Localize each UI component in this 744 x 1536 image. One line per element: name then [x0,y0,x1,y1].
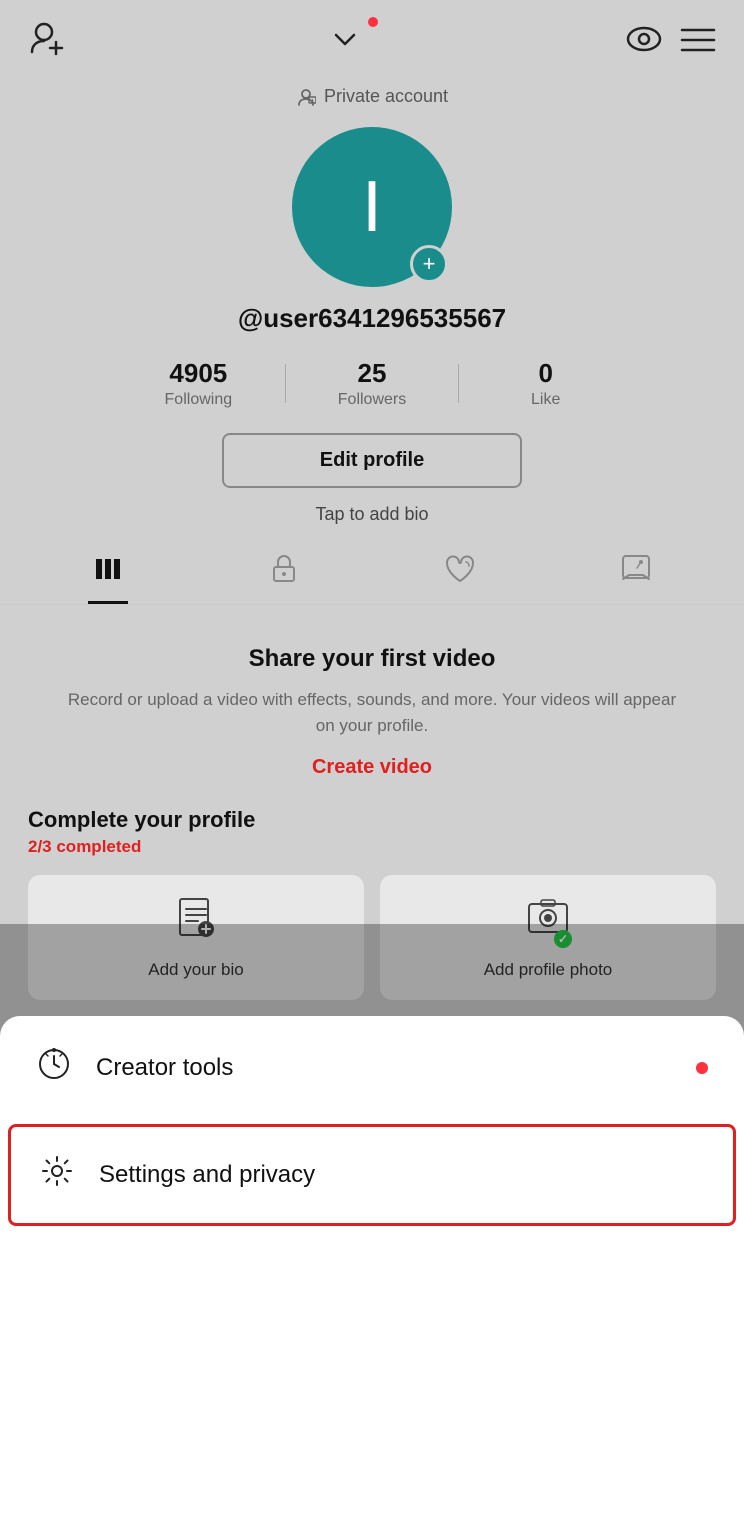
notification-dot [368,17,378,27]
avatar-section: I + [0,127,744,287]
avatar[interactable]: I + [292,127,452,287]
complete-profile-progress: 2/3 completed [28,837,716,857]
private-account-label: Private account [0,86,744,107]
top-nav [0,0,744,76]
lock-tab-icon [270,553,298,592]
share-video-section: Share your first video Record or upload … [0,605,744,779]
settings-privacy-label: Settings and privacy [99,1161,315,1189]
tap-bio-label[interactable]: Tap to add bio [0,504,744,525]
profile-tab-bar [0,553,744,605]
username: @user6341296535567 [0,303,744,334]
tab-videos[interactable] [20,553,196,604]
tab-liked[interactable] [372,554,548,603]
followers-stat[interactable]: 25 Followers [286,358,459,409]
likes-stat[interactable]: 0 Like [459,358,632,409]
tab-tagged[interactable] [548,553,724,604]
tagged-tab-icon [620,553,652,592]
create-video-button[interactable]: Create video [312,756,432,779]
tab-private[interactable] [196,553,372,604]
creator-tools-item[interactable]: Creator tools [0,1016,744,1120]
share-title: Share your first video [60,645,684,673]
nav-right [624,21,716,65]
following-stat[interactable]: 4905 Following [112,358,285,409]
creator-tools-label: Creator tools [96,1054,233,1082]
eye-icon[interactable] [624,21,664,65]
settings-privacy-item[interactable]: Settings and privacy [8,1124,736,1226]
complete-profile-title: Complete your profile [28,807,716,833]
dropdown-arrow-icon[interactable] [326,21,364,66]
avatar-letter: I [362,171,382,243]
edit-profile-button[interactable]: Edit profile [222,433,522,488]
videos-tab-icon [92,553,124,592]
stats-row: 4905 Following 25 Followers 0 Like [112,358,632,409]
add-user-icon[interactable] [28,20,66,66]
creator-tools-icon [36,1046,72,1090]
creator-tools-dot [696,1062,708,1074]
nav-left [28,20,66,66]
avatar-add-button[interactable]: + [410,245,448,283]
nav-center[interactable] [326,21,364,66]
bottom-sheet: Creator tools Settings and privacy [0,1016,744,1230]
settings-icon [39,1153,75,1197]
share-description: Record or upload a video with effects, s… [60,687,684,738]
hamburger-menu-icon[interactable] [680,26,716,61]
bottom-sheet-overlay: Creator tools Settings and privacy [0,924,744,1230]
heart-tab-icon [444,554,476,591]
